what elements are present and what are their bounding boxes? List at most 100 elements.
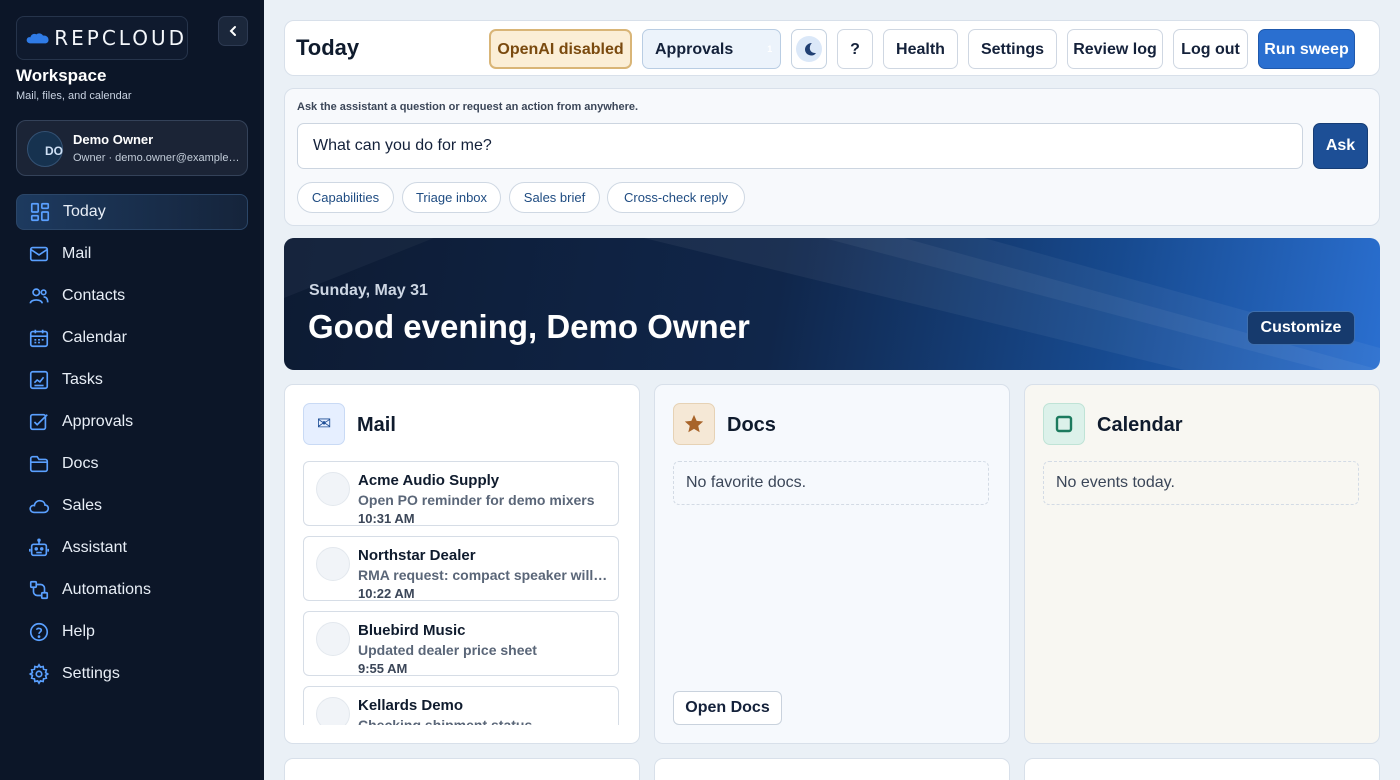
robot-icon bbox=[29, 538, 49, 557]
sidebar-item-assistant[interactable]: Assistant bbox=[16, 530, 248, 566]
openai-status-badge[interactable]: OpenAI disabled bbox=[489, 29, 632, 69]
calendar-empty-state: No events today. bbox=[1043, 461, 1359, 505]
assistant-input[interactable] bbox=[297, 123, 1303, 169]
mail-subject: RMA request: compact speaker will not po… bbox=[358, 567, 610, 583]
mail-subject: Updated dealer price sheet bbox=[358, 642, 537, 658]
settings-button[interactable]: Settings bbox=[968, 29, 1057, 69]
mail-subject: Checking shipment status bbox=[358, 717, 533, 725]
approvals-count-badge: 1 bbox=[767, 43, 773, 54]
assistant-prompt-label: Ask the assistant a question or request … bbox=[297, 101, 639, 113]
list-item[interactable]: Acme Audio Supply Open PO reminder for d… bbox=[303, 461, 619, 526]
sidebar-item-label: Tasks bbox=[62, 371, 103, 388]
user-name: Demo Owner bbox=[73, 132, 154, 147]
review-log-button[interactable]: Review log bbox=[1067, 29, 1163, 69]
sidebar-item-approvals[interactable]: Approvals bbox=[16, 404, 248, 440]
sidebar-item-contacts[interactable]: Contacts bbox=[16, 278, 248, 314]
square-icon bbox=[1043, 403, 1085, 445]
chip-cross-check-reply[interactable]: Cross-check reply bbox=[607, 182, 745, 213]
list-item[interactable]: Northstar Dealer RMA request: compact sp… bbox=[303, 536, 619, 601]
tasks-icon bbox=[29, 370, 49, 390]
greeting-banner: Sunday, May 31 Good evening, Demo Owner … bbox=[284, 238, 1380, 370]
chip-sales-brief[interactable]: Sales brief bbox=[509, 182, 600, 213]
cloud-icon bbox=[29, 499, 50, 514]
approvals-button[interactable]: Approvals 1 bbox=[642, 29, 781, 69]
health-button[interactable]: Health bbox=[883, 29, 958, 69]
sidebar-item-mail[interactable]: Mail bbox=[16, 236, 248, 272]
card-peek bbox=[1024, 758, 1380, 780]
star-shape bbox=[684, 414, 704, 433]
sender-avatar bbox=[316, 547, 350, 581]
sidebar-item-label: Approvals bbox=[62, 413, 134, 430]
user-card[interactable]: DO Demo Owner Owner · demo.owner@example… bbox=[16, 120, 248, 176]
square-shape bbox=[1055, 415, 1073, 433]
sidebar-item-label: Calendar bbox=[62, 329, 127, 346]
chip-capabilities[interactable]: Capabilities bbox=[297, 182, 394, 213]
sidebar-item-label: Contacts bbox=[62, 287, 126, 304]
logout-button[interactable]: Log out bbox=[1173, 29, 1248, 69]
sidebar-item-today[interactable]: Today bbox=[16, 194, 248, 230]
sidebar-item-docs[interactable]: Docs bbox=[16, 446, 248, 482]
dashboard-icon bbox=[30, 202, 50, 222]
sidebar-item-settings[interactable]: Settings bbox=[16, 656, 248, 692]
card-title: Calendar bbox=[1097, 414, 1183, 436]
sidebar-item-label: Sales bbox=[62, 497, 103, 514]
sidebar-item-help[interactable]: Help bbox=[16, 614, 248, 650]
assistant-panel: Ask the assistant a question or request … bbox=[284, 88, 1380, 226]
docs-card: Docs No favorite docs. Open Docs bbox=[654, 384, 1010, 744]
moon-icon bbox=[805, 43, 816, 56]
run-sweep-button[interactable]: Run sweep bbox=[1258, 29, 1355, 69]
theme-icon-wrap bbox=[796, 36, 822, 62]
hero-date: Sunday, May 31 bbox=[309, 282, 428, 299]
docs-empty-state: No favorite docs. bbox=[673, 461, 989, 505]
sidebar: RepCloud Workspace Mail, files, and cale… bbox=[0, 0, 264, 780]
card-title: Mail bbox=[357, 414, 396, 436]
gear-icon bbox=[28, 663, 50, 685]
sidebar-item-sales[interactable]: Sales bbox=[16, 488, 248, 524]
sender-avatar bbox=[316, 697, 350, 725]
list-item[interactable]: Bluebird Music Updated dealer price shee… bbox=[303, 611, 619, 676]
customize-button[interactable]: Customize bbox=[1247, 311, 1355, 345]
chevron-left-icon bbox=[229, 26, 236, 36]
logo-text: RepCloud bbox=[54, 26, 187, 50]
app-logo[interactable]: RepCloud bbox=[16, 16, 188, 60]
sender-avatar bbox=[316, 472, 350, 506]
sidebar-item-tasks[interactable]: Tasks bbox=[16, 362, 248, 398]
star-icon bbox=[673, 403, 715, 445]
theme-toggle-button[interactable] bbox=[791, 29, 827, 69]
mail-subject: Open PO reminder for demo mixers bbox=[358, 492, 595, 508]
help-icon bbox=[29, 622, 49, 642]
sidebar-item-automations[interactable]: Automations bbox=[16, 572, 248, 608]
card-title: Docs bbox=[727, 414, 776, 436]
list-item[interactable]: Kellards Demo Checking shipment status bbox=[303, 686, 619, 725]
page-title: Today bbox=[296, 35, 360, 60]
user-subtitle: Owner · demo.owner@example.com bbox=[73, 152, 241, 164]
sidebar-item-label: Today bbox=[63, 203, 106, 220]
help-button[interactable]: ? bbox=[837, 29, 873, 69]
mail-sender: Acme Audio Supply bbox=[358, 472, 500, 489]
collapse-sidebar-button[interactable] bbox=[218, 16, 248, 46]
cloud-logo-icon bbox=[26, 33, 49, 44]
sidebar-item-label: Mail bbox=[62, 245, 92, 262]
mail-sender: Kellards Demo bbox=[358, 697, 464, 714]
sidebar-nav: Today Mail Contacts Calendar Tasks Appro… bbox=[16, 194, 248, 698]
avatar: DO bbox=[27, 131, 63, 167]
mail-time: 10:31 AM bbox=[358, 511, 415, 526]
mail-icon bbox=[29, 246, 49, 262]
sidebar-item-calendar[interactable]: Calendar bbox=[16, 320, 248, 356]
workspace-subtitle: Mail, files, and calendar bbox=[16, 90, 132, 102]
ask-button[interactable]: Ask bbox=[1313, 123, 1368, 169]
contacts-icon bbox=[29, 288, 49, 304]
workspace-title: Workspace bbox=[16, 66, 107, 85]
card-peek bbox=[284, 758, 640, 780]
mail-list: Acme Audio Supply Open PO reminder for d… bbox=[303, 461, 619, 725]
open-docs-button[interactable]: Open Docs bbox=[673, 691, 782, 725]
mail-card: ✉ Mail Acme Audio Supply Open PO reminde… bbox=[284, 384, 640, 744]
sender-avatar bbox=[316, 622, 350, 656]
hero-greeting: Good evening, Demo Owner bbox=[308, 308, 750, 345]
approvals-icon bbox=[29, 413, 48, 431]
mail-time: 9:55 AM bbox=[358, 661, 408, 676]
mail-sender: Bluebird Music bbox=[358, 622, 466, 639]
card-peek bbox=[654, 758, 1010, 780]
chip-triage-inbox[interactable]: Triage inbox bbox=[402, 182, 501, 213]
sidebar-item-label: Help bbox=[62, 623, 95, 640]
